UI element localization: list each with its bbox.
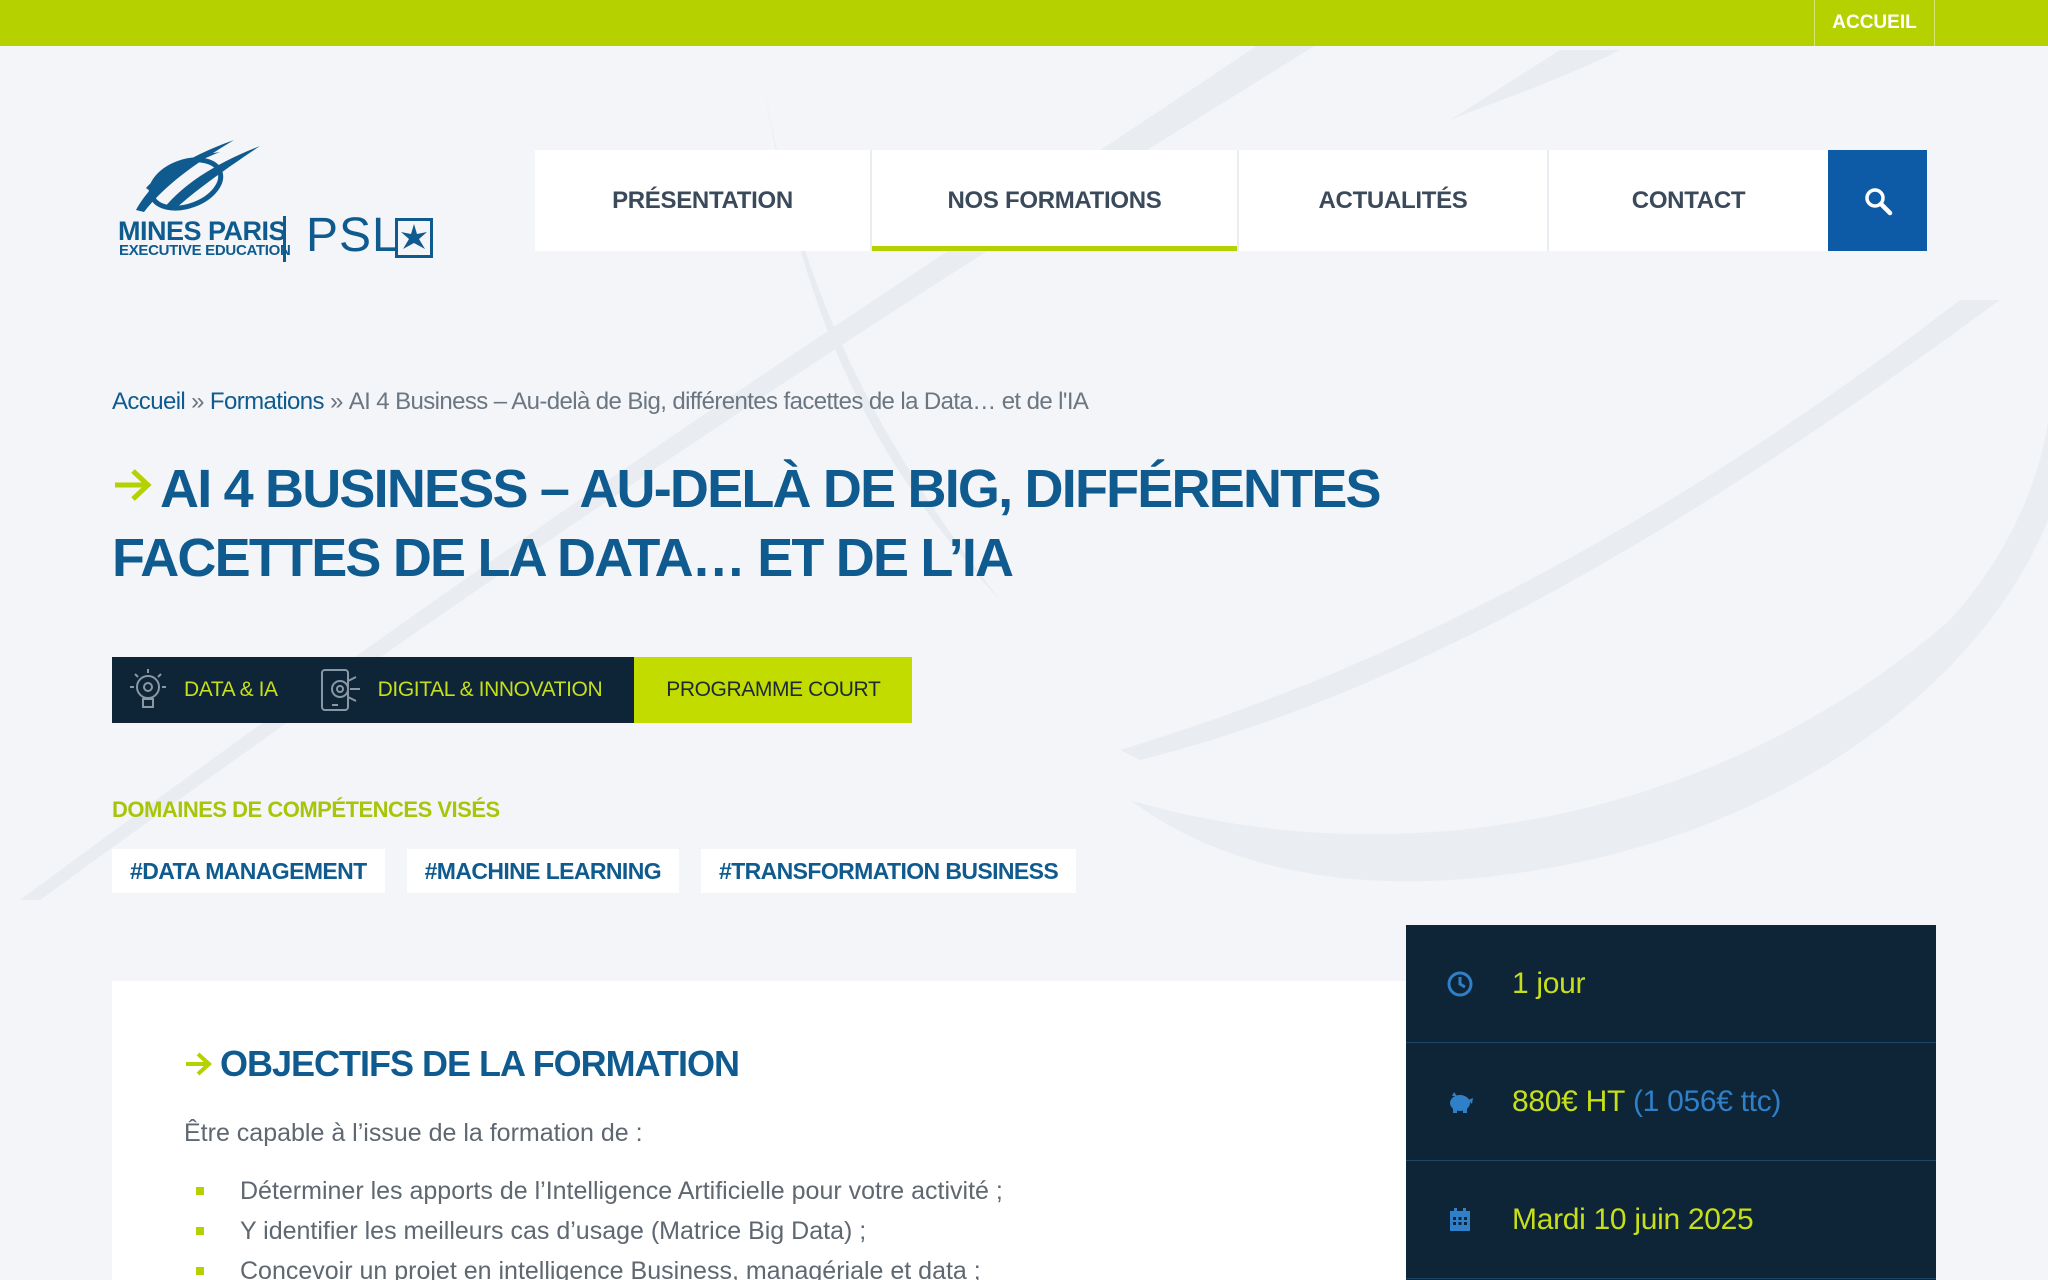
- list-item: Déterminer les apports de l’Intelligence…: [184, 1171, 1003, 1211]
- tag-programme-court[interactable]: PROGRAMME COURT: [634, 657, 913, 723]
- clock-icon: [1447, 971, 1473, 996]
- info-price: 880€ HT (1 056€ ttc): [1406, 1043, 1936, 1161]
- price-ttc: (1 056€ ttc): [1632, 1084, 1782, 1118]
- objectives-title: OBJECTIFS DE LA FORMATION: [184, 1043, 740, 1085]
- top-bar: ACCUEIL: [0, 0, 2048, 46]
- nav-item-presentation[interactable]: PRÉSENTATION: [535, 150, 872, 251]
- competences-title: DOMAINES DE COMPÉTENCES VISÉS: [112, 797, 500, 822]
- nav-item-actualites[interactable]: ACTUALITÉS: [1239, 150, 1549, 251]
- category-tags: DATA & IA DIGITAL & INNOVATION: [112, 657, 635, 723]
- nav-item-nos-formations[interactable]: NOS FORMATIONS: [872, 150, 1239, 251]
- info-date: Mardi 10 juin 2025: [1406, 1161, 1936, 1279]
- logo-executive-education-text: EXECUTIVE EDUCATION: [119, 242, 291, 259]
- objective-text: Y identifier les meilleurs cas d’usage (…: [240, 1216, 867, 1245]
- arrow-right-icon: [115, 469, 152, 501]
- objectives-title-text: OBJECTIFS DE LA FORMATION: [220, 1043, 740, 1084]
- list-item: Y identifier les meilleurs cas d’usage (…: [184, 1211, 1003, 1251]
- tag-data-ia[interactable]: DATA & IA: [126, 667, 278, 713]
- tablet-gear-icon: [320, 669, 360, 711]
- price-ht: 880€ HT: [1512, 1084, 1625, 1118]
- breadcrumb-separator: »: [191, 388, 204, 415]
- list-item: Concevoir un projet en intelligence Busi…: [184, 1251, 1003, 1280]
- main-navigation: PRÉSENTATION NOS FORMATIONS ACTUALITÉS C…: [535, 150, 1927, 251]
- psl-star-icon: [395, 218, 433, 258]
- breadcrumb: Accueil» Formations» AI 4 Business – Au-de…: [112, 388, 1089, 416]
- page-title: AI 4 Business – Au-delà de Big, différen…: [112, 455, 1392, 593]
- objective-text: Concevoir un projet en intelligence Busi…: [240, 1256, 981, 1280]
- breadcrumb-formations-link[interactable]: Formations: [210, 388, 325, 415]
- page-title-text: AI 4 Business – Au-delà de Big, différen…: [112, 459, 1382, 588]
- lightbulb-gear-icon: [130, 669, 166, 708]
- bullet-icon: [196, 1187, 204, 1195]
- objectives-list: Déterminer les apports de l’Intelligence…: [184, 1171, 1003, 1280]
- duration-value: 1 jour: [1512, 966, 1586, 1000]
- search-icon: [1864, 187, 1892, 215]
- logo-separator: [283, 216, 286, 262]
- chip-transformation-business[interactable]: #TRANSFORMATION BUSINESS: [701, 849, 1077, 893]
- tag-data-ia-label: DATA & IA: [184, 678, 278, 701]
- info-duration: 1 jour: [1406, 925, 1936, 1043]
- program-info-panel: 1 jour 880€ HT (1 056€ ttc) Mardi 10 jui…: [1406, 925, 1936, 1280]
- date-value: Mardi 10 juin 2025: [1512, 1202, 1754, 1236]
- mines-paris-psl-logo[interactable]: MINES PARIS EXECUTIVE EDUCATION PSL: [116, 138, 436, 268]
- mines-paris-emblem-icon: [136, 140, 260, 212]
- objectives-intro: Être capable à l’issue de la formation d…: [184, 1119, 643, 1147]
- breadcrumb-separator: »: [329, 388, 343, 415]
- piggy-bank-icon: [1450, 1091, 1473, 1113]
- breadcrumb-home-link[interactable]: Accueil: [112, 388, 186, 415]
- logo-psl-text: PSL: [306, 209, 400, 262]
- topbar-home-link[interactable]: ACCUEIL: [1814, 0, 1935, 46]
- bullet-icon: [196, 1227, 204, 1235]
- chip-machine-learning[interactable]: #MACHINE LEARNING: [406, 849, 679, 893]
- chip-data-management[interactable]: #DATA MANAGEMENT: [112, 849, 385, 893]
- calendar-icon: [1450, 1207, 1470, 1231]
- nav-item-contact[interactable]: CONTACT: [1549, 150, 1828, 251]
- search-button[interactable]: [1828, 150, 1927, 251]
- bullet-icon: [196, 1267, 204, 1275]
- objective-text: Déterminer les apports de l’Intelligence…: [240, 1176, 1003, 1205]
- tag-digital-innovation[interactable]: DIGITAL & INNOVATION: [318, 667, 603, 713]
- objectives-card: OBJECTIFS DE LA FORMATION Être capable à…: [112, 981, 1406, 1280]
- breadcrumb-current: AI 4 Business – Au-delà de Big, différen…: [348, 388, 1089, 415]
- tag-digital-innovation-label: DIGITAL & INNOVATION: [377, 678, 603, 701]
- arrow-right-icon: [186, 1052, 212, 1076]
- program-tags: DATA & IA DIGITAL & INNOVATION PROGRAMME…: [112, 657, 913, 723]
- competences-chips: #DATA MANAGEMENT #MACHINE LEARNING #TRAN…: [112, 849, 1077, 893]
